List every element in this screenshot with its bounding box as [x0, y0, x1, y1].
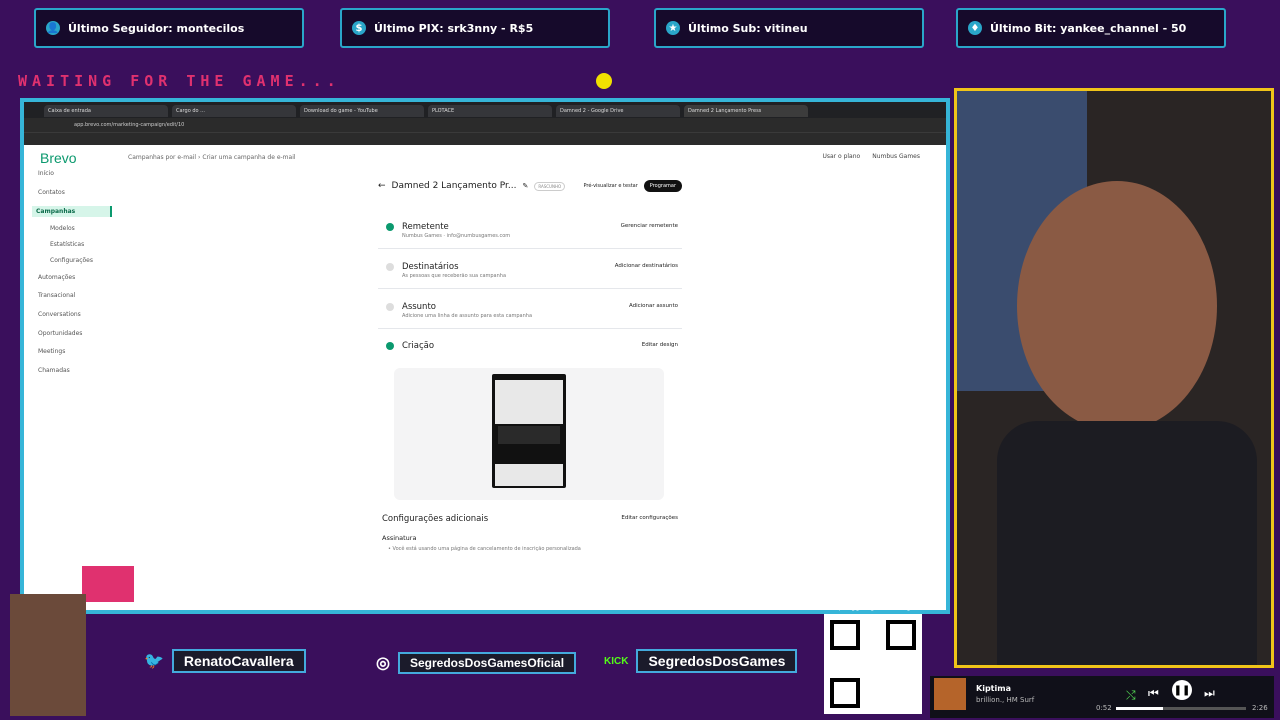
sidebar-item-meetings[interactable]: Meetings [38, 348, 65, 355]
brevo-logo[interactable]: Brevo [40, 150, 77, 166]
section-title: Assunto [402, 302, 436, 312]
campaign-title: Damned 2 Lançamento Pr... [391, 181, 517, 191]
browser-window: Caixa de entrada Cargo do ... Download d… [20, 98, 950, 614]
sidebar-item-stats[interactable]: Estatísticas [50, 241, 84, 248]
check-icon [386, 223, 394, 231]
sidebar-item-home[interactable]: Início [38, 170, 54, 177]
alert-bit: ♦ Último Bit: yankee_channel - 50 [956, 8, 1226, 48]
edit-settings-button[interactable]: Editar configurações [621, 515, 678, 521]
section-title: Criação [402, 341, 435, 351]
shuffle-icon[interactable]: ⤭ [1126, 688, 1136, 703]
waiting-banner: WAITING FOR THE GAME... [18, 72, 341, 90]
user-icon: 👤 [46, 21, 60, 35]
section-recipients: Destinatários As pessoas que receberão s… [378, 262, 682, 289]
add-recipients-button[interactable]: Adicionar destinatários [615, 263, 678, 269]
section-title: Remetente [402, 222, 449, 232]
progress-fill [1116, 707, 1163, 710]
music-player: Kiptima brillion., HM Surf ⤭ ⏮ ❚❚ ⏭ 0:52… [930, 676, 1274, 718]
qr-label: livepix.gg/segredosdosgames [826, 603, 931, 611]
alert-pix: $ Último PIX: srk3nny - R$5 [340, 8, 610, 48]
next-icon[interactable]: ⏭ [1204, 686, 1215, 701]
section-subtitle: As pessoas que receberão sua campanha [402, 273, 507, 279]
sidebar-item-deals[interactable]: Oportunidades [38, 330, 82, 337]
section-title: Destinatários [402, 262, 459, 272]
breadcrumb-campaigns[interactable]: Campanhas por e-mail [128, 154, 196, 161]
bookmarks-bar [24, 132, 946, 145]
star-icon: ★ [666, 21, 680, 35]
social-instagram: ◎ SegredosDosGamesOficial [376, 651, 577, 675]
pending-icon [386, 263, 394, 271]
email-thumbnail [492, 374, 566, 488]
status-badge: RASCUNHO [534, 181, 566, 191]
tab-bar: Caixa de entrada Cargo do ... Download d… [24, 102, 946, 118]
sidebar-item-templates[interactable]: Modelos [50, 225, 75, 232]
top-right-nav: Usar o plano Numbus Games [822, 153, 920, 160]
signature-label: Assinatura [382, 534, 417, 542]
diamond-icon: ♦ [968, 21, 982, 35]
breadcrumb-current: Criar uma campanha de e-mail [202, 154, 296, 161]
preview-button[interactable]: Pré-visualizar e testar [583, 183, 637, 189]
browser-tab[interactable]: PLOTACE [428, 105, 552, 117]
sidebar-item-contacts[interactable]: Contatos [38, 189, 65, 196]
campaign-header: ← Damned 2 Lançamento Pr... ✎ RASCUNHO P… [378, 180, 682, 192]
address-bar[interactable]: app.brevo.com/marketing-campaign/edit/10 [24, 118, 946, 132]
pause-icon[interactable]: ❚❚ [1172, 680, 1192, 700]
social-twitter: 🐦 RenatoCavallera [144, 649, 306, 673]
manage-sender-button[interactable]: Gerenciar remetente [621, 223, 678, 229]
brevo-page: Brevo Campanhas por e-mail › Criar uma c… [32, 146, 938, 610]
section-subtitle: Adicione uma linha de assunto para esta … [402, 313, 533, 319]
section-subtitle: Numbus Games · info@numbusgames.com [402, 233, 511, 239]
previous-icon[interactable]: ⏮ [1148, 686, 1159, 701]
pending-icon [386, 303, 394, 311]
browser-tab[interactable]: Download do game - YouTube [300, 105, 424, 117]
kick-icon: KICK [604, 655, 629, 667]
plan-link[interactable]: Usar o plano [822, 153, 860, 160]
section-additional: Configurações adicionais Editar configur… [378, 514, 682, 544]
sidebar-item-campaigns[interactable]: Campanhas [32, 206, 112, 217]
dollar-icon: $ [352, 21, 366, 35]
browser-tab-active[interactable]: Damned 2 Lançamento Press [684, 105, 808, 117]
back-arrow-icon[interactable]: ← [378, 181, 386, 191]
section-sender: Remetente Numbus Games · info@numbusgame… [378, 222, 682, 249]
section-design: Criação Editar design [378, 341, 682, 353]
instagram-icon: ◎ [376, 655, 390, 672]
pencil-icon[interactable]: ✎ [523, 182, 529, 190]
browser-tab[interactable]: Damned 2 - Google Drive [556, 105, 680, 117]
progress-bar[interactable] [1116, 707, 1246, 710]
pixel-avatar [10, 594, 86, 716]
schedule-button[interactable]: Programar [643, 180, 682, 192]
add-subject-button[interactable]: Adicionar assunto [629, 303, 678, 309]
sidebar-item-conversations[interactable]: Conversations [38, 311, 81, 318]
edit-design-button[interactable]: Editar design [642, 342, 678, 348]
space-invader-icon [82, 566, 134, 602]
sidebar-item-settings[interactable]: Configurações [50, 257, 93, 264]
pacman-dot [596, 73, 612, 89]
twitter-icon: 🐦 [144, 653, 164, 670]
breadcrumb: Campanhas por e-mail › Criar uma campanh… [128, 154, 296, 161]
browser-tab[interactable]: Cargo do ... [172, 105, 296, 117]
account-menu[interactable]: Numbus Games [872, 153, 920, 160]
elapsed-time: 0:52 [1096, 704, 1112, 712]
total-time: 2:26 [1252, 704, 1268, 712]
track-title: Kiptima [976, 684, 1011, 693]
twitter-handle: RenatoCavallera [171, 649, 306, 673]
sidebar-item-calls[interactable]: Chamadas [38, 367, 70, 374]
browser-tab[interactable]: Caixa de entrada [44, 105, 168, 117]
track-artist: brillion., HM Surf [976, 696, 1035, 704]
webcam-feed [954, 88, 1274, 668]
alert-sub: ★ Último Sub: vitineu [654, 8, 924, 48]
signature-note: • Você está usando uma página de cancela… [388, 546, 581, 552]
instagram-handle: SegredosDosGamesOficial [397, 652, 577, 674]
section-subject: Assunto Adicione uma linha de assunto pa… [378, 302, 682, 329]
section-title: Configurações adicionais [382, 514, 489, 524]
album-art [934, 678, 966, 710]
alert-follower: 👤 Último Seguidor: montecilos [34, 8, 304, 48]
qr-code [824, 614, 922, 714]
sidebar-item-transactional[interactable]: Transacional [38, 292, 75, 299]
sidebar-item-automations[interactable]: Automações [38, 274, 75, 281]
kick-handle: SegredosDosGames [636, 649, 798, 673]
social-kick: KICK SegredosDosGames [604, 649, 798, 673]
check-icon [386, 342, 394, 350]
